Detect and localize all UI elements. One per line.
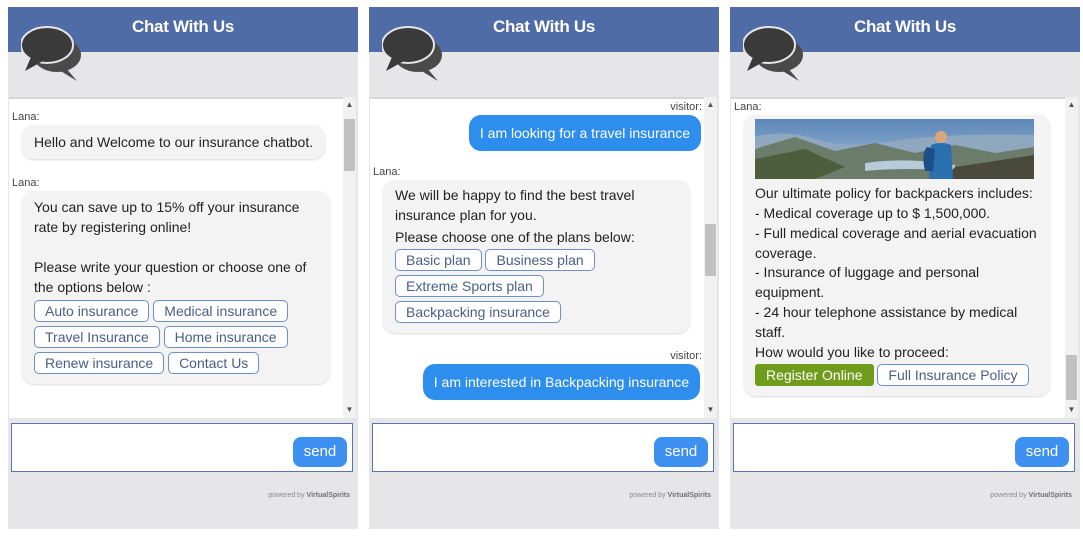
message-list[interactable]: Lana: Hello and Welcome to our insurance… xyxy=(9,97,343,418)
message-list[interactable]: Lana: Our ultimate policy for backpacker… xyxy=(731,97,1065,418)
option-extreme-sports-plan[interactable]: Extreme Sports plan xyxy=(395,275,544,297)
bot-name: Lana: xyxy=(734,101,762,113)
scroll-up-arrow-icon[interactable]: ▲ xyxy=(343,99,356,111)
option-renew-insurance[interactable]: Renew insurance xyxy=(34,352,165,374)
visitor-label: visitor: xyxy=(670,350,702,362)
bot-message: Hello and Welcome to our insurance chatb… xyxy=(22,125,326,159)
visitor-label: visitor: xyxy=(670,101,702,113)
bot-message-text: Our ultimate policy for backpackers incl… xyxy=(755,185,1033,201)
scroll-up-arrow-icon[interactable]: ▲ xyxy=(1065,99,1078,111)
message-input[interactable] xyxy=(377,428,647,466)
bot-name: Lana: xyxy=(12,111,40,123)
option-business-plan[interactable]: Business plan xyxy=(485,249,595,271)
send-button[interactable]: send xyxy=(293,437,347,467)
scroll-up-arrow-icon[interactable]: ▲ xyxy=(704,99,717,111)
bot-message: We will be happy to find the best travel… xyxy=(383,180,690,333)
option-backpacking-insurance[interactable]: Backpacking insurance xyxy=(395,301,561,323)
bot-message-text: How would you like to proceed: xyxy=(755,344,949,360)
backpacker-mountain-image xyxy=(755,119,1034,179)
visitor-message: I am looking for a travel insurance xyxy=(468,115,701,151)
message-input[interactable] xyxy=(738,428,1008,466)
message-input[interactable] xyxy=(16,428,286,466)
chat-bubbles-icon xyxy=(21,26,81,81)
chat-bubbles-icon xyxy=(382,26,442,81)
message-list[interactable]: visitor: I am looking for a travel insur… xyxy=(370,97,704,418)
scroll-thumb[interactable] xyxy=(705,224,716,276)
scroll-down-arrow-icon[interactable]: ▼ xyxy=(343,404,356,416)
bot-message-text: You can save up to 15% off your insuranc… xyxy=(34,199,300,235)
register-online-button[interactable]: Register Online xyxy=(755,364,874,386)
scroll-thumb[interactable] xyxy=(344,119,355,171)
scrollbar[interactable]: ▲ ▼ xyxy=(1065,97,1078,418)
message-input-area: send xyxy=(372,423,714,472)
scroll-down-arrow-icon[interactable]: ▼ xyxy=(704,404,717,416)
bot-message: You can save up to 15% off your insuranc… xyxy=(22,191,330,384)
send-button[interactable]: send xyxy=(1015,437,1069,467)
scroll-down-arrow-icon[interactable]: ▼ xyxy=(1065,404,1078,416)
powered-by: powered by VirtualSpirits xyxy=(268,492,350,499)
policy-item: - 24 hour telephone assistance by medica… xyxy=(755,304,1018,340)
message-input-area: send xyxy=(733,423,1075,472)
bot-message-text: We will be happy to find the best travel… xyxy=(395,187,635,223)
powered-by: powered by VirtualSpirits xyxy=(990,492,1072,499)
send-button[interactable]: send xyxy=(654,437,708,467)
bot-name: Lana: xyxy=(12,177,40,189)
scrollbar[interactable]: ▲ ▼ xyxy=(704,97,717,418)
bot-name: Lana: xyxy=(373,166,401,178)
full-insurance-policy-button[interactable]: Full Insurance Policy xyxy=(877,364,1029,386)
chat-panel-1: Chat With Us Lana: Hello and Welcome to … xyxy=(8,7,358,529)
message-input-area: send xyxy=(11,423,353,472)
chat-panel-2: Chat With Us visitor: I am looking for a… xyxy=(369,7,719,529)
chat-panel-3: Chat With Us Lana: Our ultimate policy f… xyxy=(730,7,1080,529)
powered-by: powered by VirtualSpirits xyxy=(629,492,711,499)
policy-item: - Insurance of luggage and personal equi… xyxy=(755,264,980,300)
option-medical-insurance[interactable]: Medical insurance xyxy=(153,300,289,322)
option-contact-us[interactable]: Contact Us xyxy=(168,352,260,374)
chat-bubbles-icon xyxy=(743,26,803,81)
option-home-insurance[interactable]: Home insurance xyxy=(163,326,288,348)
scrollbar[interactable]: ▲ ▼ xyxy=(343,97,356,418)
scroll-thumb[interactable] xyxy=(1066,355,1077,400)
bot-message: Our ultimate policy for backpackers incl… xyxy=(744,115,1050,396)
bot-message-text: Please choose one of the plans below: xyxy=(395,229,635,245)
option-travel-insurance[interactable]: Travel Insurance xyxy=(34,326,160,348)
policy-item: - Medical coverage up to $ 1,500,000. xyxy=(755,205,991,221)
policy-item: - Full medical coverage and aerial evacu… xyxy=(755,225,1037,261)
bot-message-text: Please write your question or choose one… xyxy=(34,259,307,295)
option-auto-insurance[interactable]: Auto insurance xyxy=(34,300,150,322)
visitor-message: I am interested in Backpacking insurance xyxy=(422,364,700,400)
option-basic-plan[interactable]: Basic plan xyxy=(395,249,482,271)
